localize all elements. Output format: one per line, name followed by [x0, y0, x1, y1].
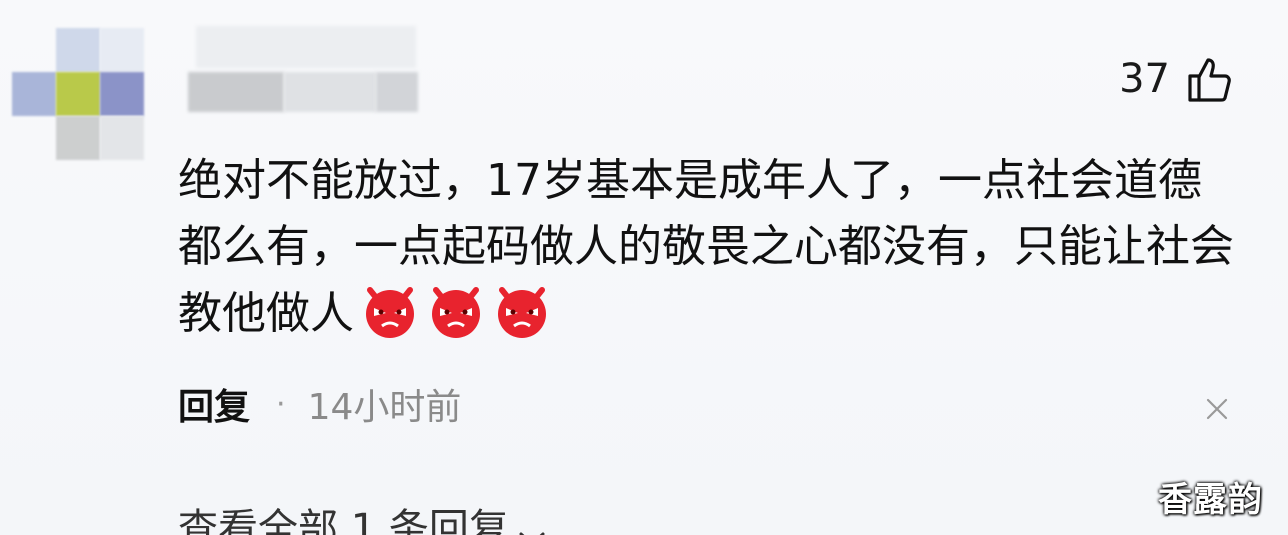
avatar-pixel	[12, 72, 56, 116]
emoji-group	[360, 280, 552, 340]
chevron-down-icon	[517, 514, 547, 535]
thumbs-up-icon[interactable]	[1186, 56, 1234, 104]
angry-face-icon	[360, 280, 420, 340]
avatar-pixel	[100, 28, 144, 72]
username-blur-block	[196, 26, 416, 68]
avatar-pixel	[56, 72, 100, 116]
comment-text: 绝对不能放过，17岁基本是成年人了，一点社会道德都么有，一点起码做人的敬畏之心都…	[178, 155, 1234, 339]
comment-body: 绝对不能放过，17岁基本是成年人了，一点社会道德都么有，一点起码做人的敬畏之心都…	[178, 148, 1238, 347]
reply-button[interactable]: 回复	[178, 378, 250, 430]
avatar-pixel	[100, 116, 144, 160]
avatar[interactable]	[12, 28, 146, 162]
angry-face-icon	[426, 280, 486, 340]
view-all-replies-link[interactable]: 查看全部 1 条回复	[178, 496, 547, 535]
username-blur-block	[376, 72, 418, 112]
comment-card: 37 绝对不能放过，17岁基本是成年人了，一点社会道德都么有，一点起码做人的敬畏…	[0, 0, 1288, 535]
comment-meta: 回复 · 14小时前	[178, 378, 461, 430]
meta-separator: ·	[276, 386, 286, 422]
avatar-pixel	[56, 116, 100, 160]
view-replies-label: 查看全部 1 条回复	[178, 506, 509, 535]
close-icon[interactable]	[1206, 398, 1228, 420]
watermark: 香露韵	[1158, 480, 1263, 520]
angry-face-icon	[492, 280, 552, 340]
avatar-pixel	[100, 72, 144, 116]
username-blur-block	[284, 72, 376, 112]
username-blur-block	[188, 72, 284, 112]
avatar-pixel	[56, 28, 100, 72]
like-count: 37	[1119, 56, 1170, 102]
username-blurred[interactable]	[188, 26, 418, 114]
timestamp: 14小时前	[307, 387, 462, 428]
